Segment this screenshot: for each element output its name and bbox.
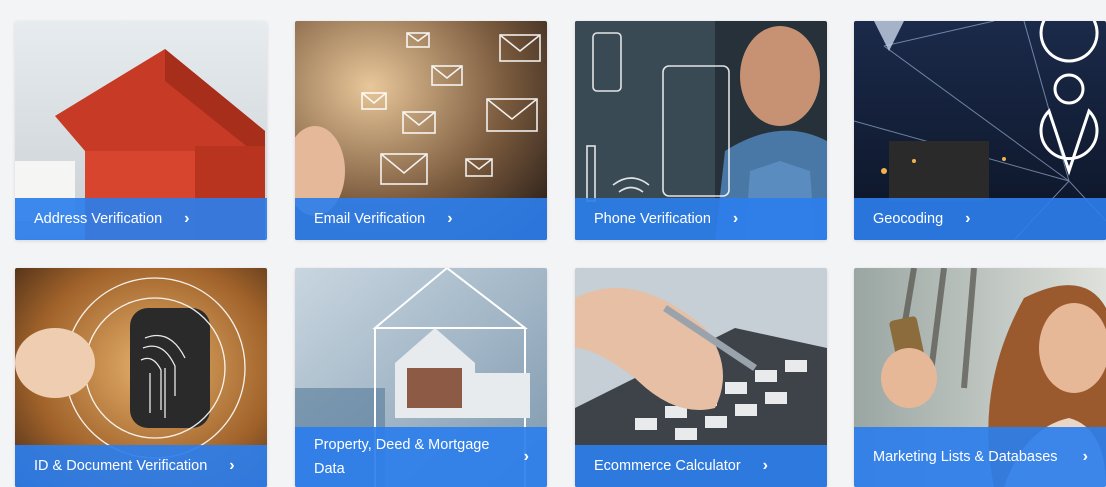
card-label: Phone Verification: [594, 211, 711, 227]
card-label: Marketing Lists & Databases: [873, 449, 1058, 465]
chevron-right-icon: ›: [965, 210, 971, 227]
chevron-right-icon: ›: [447, 210, 453, 227]
card-label: ID & Document Verification: [34, 458, 208, 474]
id-document-verification-card[interactable]: ID & Document Verification ›: [15, 268, 267, 487]
card-label: Address Verification: [34, 211, 163, 227]
address-verification-card[interactable]: Address Verification ›: [15, 21, 267, 240]
card-label: Email Verification: [314, 211, 426, 227]
card-caption: Ecommerce Calculator ›: [575, 445, 827, 487]
chevron-right-icon: ›: [732, 210, 739, 227]
card-caption: ID & Document Verification ›: [15, 445, 267, 487]
email-verification-card[interactable]: Email Verification ›: [295, 21, 547, 240]
card-caption: Geocoding ›: [854, 198, 1106, 240]
geocoding-card[interactable]: Geocoding ›: [854, 21, 1106, 240]
card-label: Ecommerce Calculator: [594, 458, 741, 474]
property-deed-mortgage-card[interactable]: Property, Deed & Mortgage Data ›: [295, 268, 547, 487]
card-caption: Email Verification ›: [295, 198, 547, 240]
card-caption: Marketing Lists & Databases ›: [854, 427, 1106, 487]
card-caption: Address Verification ›: [15, 198, 267, 240]
marketing-lists-databases-card[interactable]: Marketing Lists & Databases ›: [854, 268, 1106, 487]
card-caption: Property, Deed & Mortgage Data ›: [295, 427, 547, 487]
card-label: Property, Deed & Mortgage Data: [314, 437, 490, 477]
chevron-right-icon: ›: [523, 448, 529, 465]
ecommerce-calculator-card[interactable]: Ecommerce Calculator ›: [575, 268, 827, 487]
card-label: Geocoding: [873, 211, 944, 227]
service-card-grid: Address Verification › Email Verificatio…: [0, 0, 1106, 487]
chevron-right-icon: ›: [762, 457, 768, 474]
card-caption: Phone Verification ›: [575, 198, 827, 240]
chevron-right-icon: ›: [1082, 448, 1088, 465]
chevron-right-icon: ›: [184, 210, 190, 227]
chevron-right-icon: ›: [229, 457, 235, 474]
phone-verification-card[interactable]: Phone Verification ›: [575, 21, 827, 240]
